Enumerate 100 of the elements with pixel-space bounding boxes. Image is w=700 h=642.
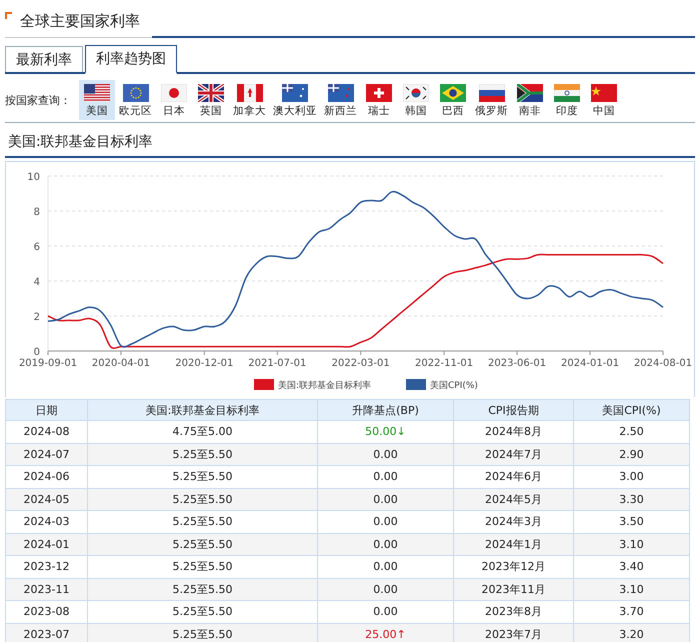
table-cell: 2024年1月 bbox=[453, 534, 573, 555]
table-cell: 2024年5月 bbox=[453, 488, 573, 510]
flag-icon bbox=[591, 84, 617, 102]
axis-label: 2022-11-01 bbox=[415, 358, 474, 369]
legend-label: 美国CPI(%) bbox=[430, 381, 478, 391]
table-cell: 25.00↑ bbox=[317, 624, 453, 642]
table-cell: 50.00↓ bbox=[317, 421, 453, 442]
flag-icon bbox=[328, 84, 354, 102]
axis-label: 2021-07-01 bbox=[248, 358, 306, 369]
country-button[interactable]: 日本 bbox=[156, 80, 192, 120]
flag-icon bbox=[517, 84, 543, 102]
axis-label: 2023-06-01 bbox=[488, 358, 546, 369]
flag-icon bbox=[478, 84, 504, 102]
country-button[interactable]: 印度 bbox=[549, 80, 585, 120]
table-cell: 2023-08 bbox=[5, 601, 87, 622]
filter-label: 按国家查询： bbox=[5, 92, 72, 108]
table-cell: 2024-06 bbox=[5, 466, 87, 488]
table-cell: 0.00 bbox=[317, 466, 453, 488]
table-cell: 5.25至5.50 bbox=[87, 624, 317, 642]
table-cell: 3.70 bbox=[573, 601, 690, 622]
section-title: 美国:联邦基金目标利率 bbox=[8, 133, 153, 151]
country-button[interactable]: 美国 bbox=[79, 80, 115, 120]
axis-label: 6 bbox=[34, 242, 40, 253]
table-cell: 2024-03 bbox=[5, 511, 87, 532]
table-cell: 2023-11 bbox=[5, 578, 87, 600]
corner-icon bbox=[5, 12, 12, 19]
flag-icon bbox=[554, 84, 580, 102]
table-cell: 2024-08 bbox=[5, 421, 87, 442]
flag-icon bbox=[161, 84, 187, 102]
column-header: 升降基点(BP) bbox=[317, 400, 453, 420]
table-cell: 5.25至5.50 bbox=[87, 601, 317, 622]
table-cell: 2023年7月 bbox=[453, 624, 573, 642]
flag-icon bbox=[440, 84, 466, 102]
page-title: 全球主要国家利率 bbox=[20, 12, 140, 30]
table-cell: 2024年7月 bbox=[453, 444, 573, 465]
table-cell: 2.90 bbox=[573, 444, 690, 465]
tab[interactable]: 最新利率 bbox=[5, 46, 83, 72]
flag-icon bbox=[403, 84, 429, 102]
country-button[interactable]: 巴西 bbox=[435, 80, 471, 120]
table-cell: 2024-01 bbox=[5, 534, 87, 555]
table-cell: 3.40 bbox=[573, 556, 690, 578]
axis-label: 2024-01-01 bbox=[560, 358, 620, 369]
table-cell: 2023-07 bbox=[5, 624, 87, 642]
table-cell: 3.20 bbox=[573, 624, 690, 642]
table-cell: 0.00 bbox=[317, 511, 453, 532]
table-cell: 2.50 bbox=[573, 421, 690, 442]
flag-icon bbox=[236, 84, 262, 102]
flag-icon bbox=[198, 84, 224, 102]
country-button[interactable]: 中国 bbox=[586, 80, 622, 120]
country-button[interactable]: 俄罗斯 bbox=[472, 80, 511, 120]
country-button[interactable]: 欧元区 bbox=[116, 80, 155, 120]
flag-icon bbox=[366, 84, 392, 102]
axis-label: 2 bbox=[34, 312, 40, 323]
axis-label: 8 bbox=[34, 207, 40, 218]
table-cell: 4.75至5.00 bbox=[87, 421, 317, 442]
axis-label: 4 bbox=[34, 277, 40, 288]
country-button[interactable]: 新西兰 bbox=[321, 80, 360, 120]
table-cell: 2023年11月 bbox=[453, 578, 573, 600]
country-button[interactable]: 加拿大 bbox=[230, 80, 269, 120]
flag-icon bbox=[84, 84, 110, 102]
table-cell: 5.25至5.50 bbox=[87, 511, 317, 532]
table-cell: 0.00 bbox=[317, 444, 453, 465]
column-header: 美国:联邦基金目标利率 bbox=[87, 400, 317, 420]
axis-label: 2020-04-01 bbox=[92, 358, 150, 369]
country-button[interactable]: 南非 bbox=[512, 80, 548, 120]
table-cell: 2023-12 bbox=[5, 556, 87, 578]
column-header: 美国CPI(%) bbox=[573, 400, 690, 420]
table-cell: 2023年12月 bbox=[453, 556, 573, 578]
table-cell: 0.00 bbox=[317, 578, 453, 600]
flag-icon bbox=[122, 84, 148, 102]
table-cell: 5.25至5.50 bbox=[87, 578, 317, 600]
table-cell: 3.30 bbox=[573, 488, 690, 510]
tab[interactable]: 利率趋势图 bbox=[85, 45, 177, 74]
table-cell: 2024年8月 bbox=[453, 421, 573, 442]
table-cell: 2024-05 bbox=[5, 488, 87, 510]
axis-label: 10 bbox=[27, 172, 40, 183]
country-button[interactable]: 韩国 bbox=[398, 80, 434, 120]
table-cell: 2024年6月 bbox=[453, 466, 573, 488]
table-cell: 3.10 bbox=[573, 578, 690, 600]
table-cell: 3.00 bbox=[573, 466, 690, 488]
column-header: 日期 bbox=[5, 400, 87, 420]
table-cell: 5.25至5.50 bbox=[87, 444, 317, 465]
table-cell: 2024-07 bbox=[5, 444, 87, 465]
table-cell: 2024年3月 bbox=[453, 511, 573, 532]
table-cell: 5.25至5.50 bbox=[87, 488, 317, 510]
country-button[interactable]: 英国 bbox=[193, 80, 229, 120]
table-cell: 3.10 bbox=[573, 534, 690, 555]
axis-label: 0 bbox=[34, 347, 40, 358]
table-cell: 0.00 bbox=[317, 534, 453, 555]
table-cell: 5.25至5.50 bbox=[87, 534, 317, 555]
axis-label: 2019-09-01 bbox=[18, 358, 78, 369]
table-cell: 0.00 bbox=[317, 488, 453, 510]
axis-label: 2024-08-01 bbox=[634, 358, 692, 369]
table-cell: 5.25至5.50 bbox=[87, 466, 317, 488]
axis-label: 2020-12-01 bbox=[175, 358, 234, 369]
country-button[interactable]: 澳大利亚 bbox=[270, 80, 320, 120]
table-cell: 3.50 bbox=[573, 511, 690, 532]
country-button[interactable]: 瑞士 bbox=[361, 80, 397, 120]
table-cell: 2023年8月 bbox=[453, 601, 573, 622]
column-header: CPI报告期 bbox=[453, 400, 573, 420]
